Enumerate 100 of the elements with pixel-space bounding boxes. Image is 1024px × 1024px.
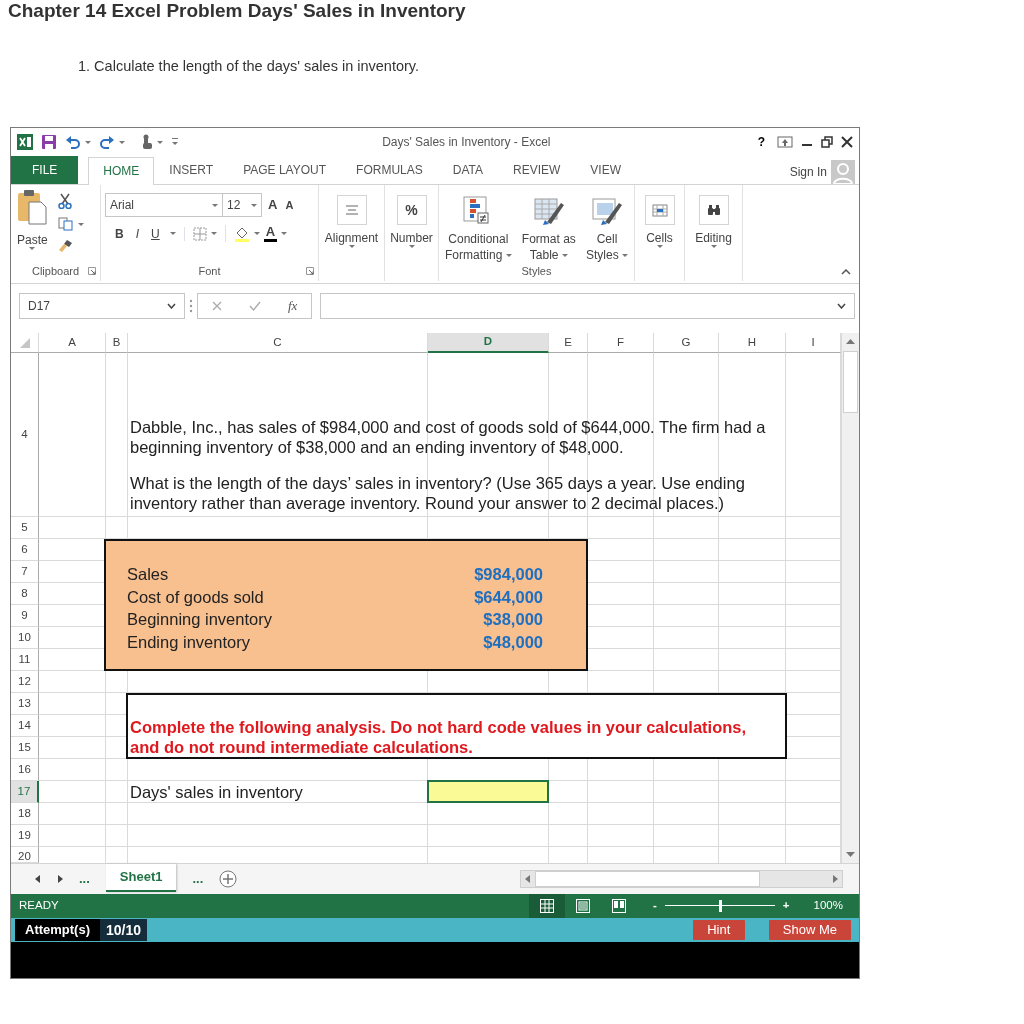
expand-chevron-icon[interactable] (837, 302, 846, 309)
next-sheet-icon[interactable] (57, 875, 63, 883)
group-label: Styles (521, 264, 552, 279)
cells-button[interactable]: Cells (639, 189, 680, 264)
data-label: Cost of goods sold (126, 586, 265, 608)
row-header[interactable]: 8 (11, 583, 39, 605)
row-header[interactable]: 12 (11, 671, 39, 693)
page-heading: Chapter 14 Excel Problem Days' Sales in Inventory (8, 0, 466, 22)
underline-button[interactable]: U (149, 226, 162, 241)
italic-button[interactable]: I (133, 226, 141, 241)
row-header[interactable]: 15 (11, 737, 39, 759)
ribbon-tab[interactable]: HOME (88, 157, 155, 185)
row-header[interactable]: 17 (11, 781, 39, 803)
redo-icon[interactable] (99, 135, 115, 149)
sign-in-link[interactable]: Sign In (789, 163, 827, 181)
row-header[interactable]: 10 (11, 627, 39, 649)
insert-function-button[interactable]: fx (288, 295, 298, 316)
more-sheets-button[interactable]: ... (192, 869, 204, 889)
data-value: $48,000 (482, 631, 544, 653)
answer-field[interactable] (427, 780, 549, 803)
cell-brush-icon (591, 195, 623, 227)
fill-color-icon[interactable] (233, 225, 250, 242)
undo-icon[interactable] (65, 135, 81, 149)
row-header[interactable]: 18 (11, 803, 39, 825)
font-color-button[interactable]: A (263, 225, 278, 242)
question-text: 1. Calculate the length of the days' sales in inventory. (78, 57, 420, 75)
add-sheet-icon[interactable] (219, 870, 238, 888)
row-header[interactable]: 14 (11, 715, 39, 737)
hand-icon[interactable] (141, 134, 153, 150)
caret-icon (622, 254, 628, 258)
restore-icon[interactable] (821, 136, 833, 148)
view-button[interactable] (529, 894, 565, 918)
number-button[interactable]: % Number (389, 189, 434, 264)
close-icon[interactable] (841, 136, 853, 148)
grow-font-button[interactable]: A (266, 198, 280, 212)
horizontal-scrollbar[interactable] (520, 870, 843, 888)
ribbon-tab[interactable]: FORMULAS (341, 156, 438, 184)
scrollbar-thumb[interactable] (843, 351, 858, 413)
row-header[interactable]: 4 (11, 353, 39, 517)
alignment-button[interactable]: Alignment (323, 189, 380, 264)
previous-sheet-icon[interactable] (35, 875, 41, 883)
row-header[interactable]: 6 (11, 539, 39, 561)
row-header[interactable]: 7 (11, 561, 39, 583)
ribbon-tab[interactable]: FILE (11, 156, 79, 184)
styles-button[interactable]: Format as Table (519, 189, 578, 264)
save-icon[interactable] (41, 134, 57, 150)
grid-view-icon (539, 898, 555, 914)
dialog-launcher-icon[interactable] (306, 267, 314, 275)
row-header[interactable]: 11 (11, 649, 39, 671)
show-me-button[interactable]: Show Me (768, 920, 851, 940)
caret-icon (505, 254, 512, 258)
group-label: Font (198, 264, 221, 279)
instructions-text: Complete the following analysis. Do not hard code values in your calculations, and do not round intermediate calculations. (129, 717, 748, 757)
collapse-ribbon-icon[interactable] (841, 269, 851, 275)
font-name-field[interactable]: Arial (105, 193, 223, 217)
name-box[interactable]: D17 (19, 292, 185, 319)
styles-button[interactable]: Cell Styles (583, 189, 630, 264)
bold-button[interactable]: B (113, 226, 126, 241)
format-painter-icon[interactable] (57, 239, 74, 253)
row-header[interactable]: 9 (11, 605, 39, 627)
ribbon-display-icon[interactable] (777, 136, 793, 148)
font-size-field[interactable]: 12 (222, 193, 262, 217)
zoom-level: 100% (813, 898, 843, 914)
caret-icon (561, 254, 568, 258)
row-header[interactable]: 5 (11, 517, 39, 539)
shrink-font-button[interactable]: A (283, 198, 296, 212)
data-value: $38,000 (482, 609, 544, 630)
sheet-tab[interactable]: Sheet1 (105, 864, 177, 892)
caret-icon (77, 222, 84, 226)
dialog-launcher-icon[interactable] (88, 267, 96, 275)
ribbon-tab[interactable]: INSERT (154, 156, 229, 184)
percent-icon: % (396, 195, 427, 225)
ribbon-tab[interactable]: PAGE LAYOUT (228, 156, 342, 184)
caret-icon (29, 247, 36, 250)
caret-icon (119, 140, 125, 144)
more-sheets-button[interactable]: ... (79, 869, 90, 889)
caret-icon (210, 232, 217, 235)
hint-button[interactable]: Hint (692, 920, 745, 940)
customize-menu-icon[interactable] (171, 137, 179, 147)
zoom-thumb[interactable] (718, 900, 722, 912)
help-button[interactable]: ? (753, 136, 769, 148)
scissors-icon[interactable] (57, 193, 72, 209)
zoom-out-button[interactable]: - (653, 897, 657, 915)
styles-button[interactable]: Conditional Formatting (443, 189, 514, 264)
ribbon-tab[interactable]: DATA (437, 156, 498, 184)
check-icon[interactable] (248, 300, 261, 311)
row-header[interactable]: 13 (11, 693, 39, 715)
answer-label: Days' sales in inventory (129, 782, 304, 803)
editing-button[interactable]: Editing (689, 189, 738, 264)
row-header[interactable]: 19 (11, 825, 39, 847)
copy-icon[interactable] (57, 217, 74, 231)
zoom-in-button[interactable]: + (782, 897, 790, 915)
paste-button[interactable]: Paste (15, 189, 50, 264)
caret-icon (281, 232, 288, 235)
ribbon-tab[interactable]: REVIEW (498, 156, 576, 184)
zoom-slider[interactable] (664, 899, 775, 913)
formula-input[interactable] (320, 292, 855, 319)
column-header[interactable]: D (428, 333, 549, 353)
data-label: Beginning inventory (126, 609, 273, 630)
ribbon-tab[interactable]: VIEW (575, 156, 636, 184)
